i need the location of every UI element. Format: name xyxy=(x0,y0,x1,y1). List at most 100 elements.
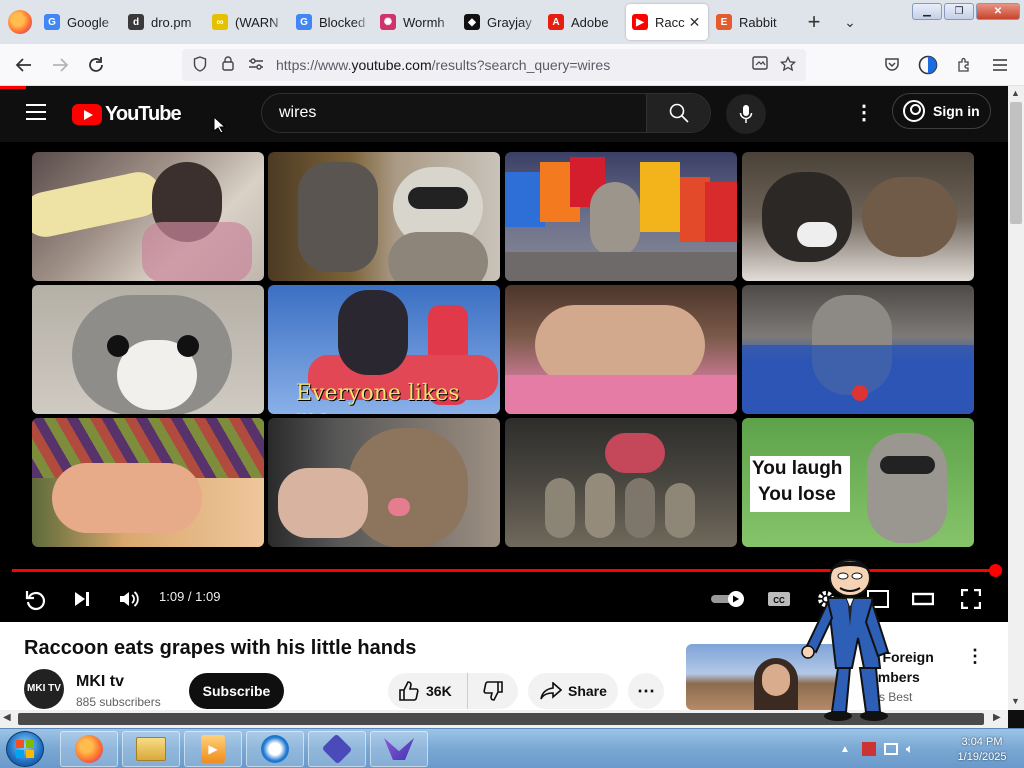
youtube-play-icon xyxy=(72,104,102,125)
settings-more-icon[interactable]: ⋮ xyxy=(852,102,876,126)
account-icon[interactable] xyxy=(910,49,946,81)
clock-date: 1/19/2025 xyxy=(957,751,1007,763)
taskbar-app-5[interactable] xyxy=(308,731,366,767)
volume-icon xyxy=(120,591,139,607)
vertical-scrollbar[interactable]: ▲ ▼ xyxy=(1008,86,1024,710)
shield-icon[interactable] xyxy=(186,55,214,75)
raccoon-on-bed-image xyxy=(742,285,974,414)
volume-tray-icon[interactable]: 🔈︎ xyxy=(906,741,914,757)
taskbar-explorer[interactable] xyxy=(122,731,180,767)
channel-name[interactable]: MKI tv xyxy=(76,673,124,691)
browser-tab[interactable]: ✺ Wormh xyxy=(374,4,456,40)
forward-button[interactable] xyxy=(42,49,78,81)
extensions-icon[interactable] xyxy=(946,49,982,81)
sign-in-label: Sign in xyxy=(933,103,980,119)
subscribe-button[interactable]: Subscribe xyxy=(189,673,284,709)
scrubber-handle[interactable] xyxy=(989,564,1002,577)
menu-icon[interactable] xyxy=(982,49,1018,81)
tab-fade xyxy=(606,4,624,40)
search-input[interactable] xyxy=(262,94,646,132)
show-hidden-icons-icon[interactable]: ▲ xyxy=(840,744,850,755)
url-text[interactable]: https://www.youtube.com/results?search_q… xyxy=(276,57,610,73)
bookmark-star-icon[interactable] xyxy=(774,55,802,75)
start-button[interactable] xyxy=(6,731,44,767)
window-close-button[interactable]: ✕ xyxy=(976,3,1020,20)
system-clock[interactable]: 3:04 PM 1/19/2025 xyxy=(948,735,1016,765)
firefox-taskbar-icon xyxy=(75,735,103,763)
fullscreen-button[interactable] xyxy=(958,587,984,611)
replay-icon xyxy=(25,591,46,611)
taskbar-app-4[interactable] xyxy=(246,731,304,767)
cat-close-up-image xyxy=(32,285,264,414)
thumbs-down-icon xyxy=(483,681,503,701)
tab-fade xyxy=(438,4,456,40)
raccoon-with-chips-image xyxy=(505,152,737,281)
tab-close-icon[interactable]: ✕ xyxy=(689,14,701,31)
volume-button[interactable] xyxy=(117,587,141,611)
browser-tab[interactable]: ∞ (WARN xyxy=(206,4,288,40)
tab-label: Rabbit xyxy=(739,14,777,30)
reload-button[interactable] xyxy=(78,49,114,81)
recommended-more-icon[interactable]: ⋮ xyxy=(966,646,984,667)
search-button[interactable] xyxy=(646,94,710,132)
taskbar-app-6[interactable] xyxy=(370,731,428,767)
pocket-icon[interactable] xyxy=(874,49,910,81)
action-center-icon[interactable] xyxy=(861,742,876,756)
page-load-bar xyxy=(0,86,26,89)
captions-button[interactable]: CC xyxy=(766,587,792,611)
back-button[interactable] xyxy=(6,49,42,81)
voice-search-button[interactable] xyxy=(726,94,766,134)
tab-favicon-icon: E xyxy=(716,14,732,30)
address-bar[interactable]: https://www.youtube.com/results?search_q… xyxy=(182,49,806,81)
vertical-scroll-thumb[interactable] xyxy=(1010,102,1022,224)
browser-tab[interactable]: E Rabbit xyxy=(710,4,792,40)
scroll-down-arrow-icon[interactable]: ▼ xyxy=(1011,696,1020,706)
browser-tab[interactable]: G Blocked xyxy=(290,4,372,40)
theater-mode-button[interactable] xyxy=(910,587,936,611)
minimize-button[interactable]: ▁ xyxy=(912,3,942,20)
share-button[interactable]: Share xyxy=(528,673,618,709)
browser-tab[interactable]: A Adobe xyxy=(542,4,624,40)
dislike-button[interactable] xyxy=(468,673,518,709)
scroll-right-arrow-icon[interactable]: ▶ xyxy=(993,712,1001,723)
thumbnail-caption-laugh: You laugh xyxy=(752,458,843,479)
more-actions-button[interactable]: ⋯ xyxy=(628,673,664,709)
two-cats-image xyxy=(742,152,974,281)
list-all-tabs-button[interactable]: ⌄ xyxy=(836,14,864,31)
next-button[interactable] xyxy=(70,587,94,611)
tab-favicon-icon: ◆ xyxy=(464,14,480,30)
browser-tab[interactable]: ▶ Racc ✕ xyxy=(626,4,708,40)
browser-tab[interactable]: G Google xyxy=(38,4,120,40)
firefox-icon[interactable] xyxy=(8,10,32,34)
maximize-button[interactable]: ❐ xyxy=(944,3,974,20)
tab-fade xyxy=(774,4,792,40)
channel-avatar[interactable]: MKI TV xyxy=(24,669,64,709)
taskbar-firefox[interactable] xyxy=(60,731,118,767)
app-5-icon xyxy=(321,733,353,765)
browser-nav-bar: https://www.youtube.com/results?search_q… xyxy=(0,44,1024,86)
thumbnail-caption-lose: You lose xyxy=(758,484,836,505)
scroll-left-arrow-icon[interactable]: ◀ xyxy=(3,712,11,723)
url-actions xyxy=(746,55,802,75)
permissions-icon[interactable] xyxy=(242,57,270,73)
scroll-up-arrow-icon[interactable]: ▲ xyxy=(1011,88,1020,98)
tab-fade xyxy=(522,4,540,40)
video-player[interactable]: Everyone likes me. xyxy=(0,142,1008,622)
network-icon[interactable] xyxy=(883,743,898,755)
hamburger-menu-icon[interactable] xyxy=(26,104,46,120)
like-button[interactable]: 36K xyxy=(388,673,468,709)
sign-in-button[interactable]: Sign in xyxy=(892,93,991,129)
picture-in-picture-icon[interactable] xyxy=(746,55,774,75)
browser-tab[interactable]: ◆ Grayjay xyxy=(458,4,540,40)
lock-icon[interactable] xyxy=(214,56,242,74)
new-tab-button[interactable]: + xyxy=(800,9,828,35)
browser-tab[interactable]: d dro.pm xyxy=(122,4,204,40)
autoplay-toggle[interactable] xyxy=(710,587,746,611)
thumbs-up-icon xyxy=(399,681,419,701)
tab-favicon-icon: G xyxy=(296,14,312,30)
youtube-logo[interactable]: YouTube xyxy=(72,103,182,126)
taskbar-media-player[interactable]: ▶ xyxy=(184,731,242,767)
subscriber-count: 885 subscribers xyxy=(76,695,161,709)
raccoon-with-hands-image xyxy=(268,152,500,281)
replay-button[interactable] xyxy=(22,587,48,613)
